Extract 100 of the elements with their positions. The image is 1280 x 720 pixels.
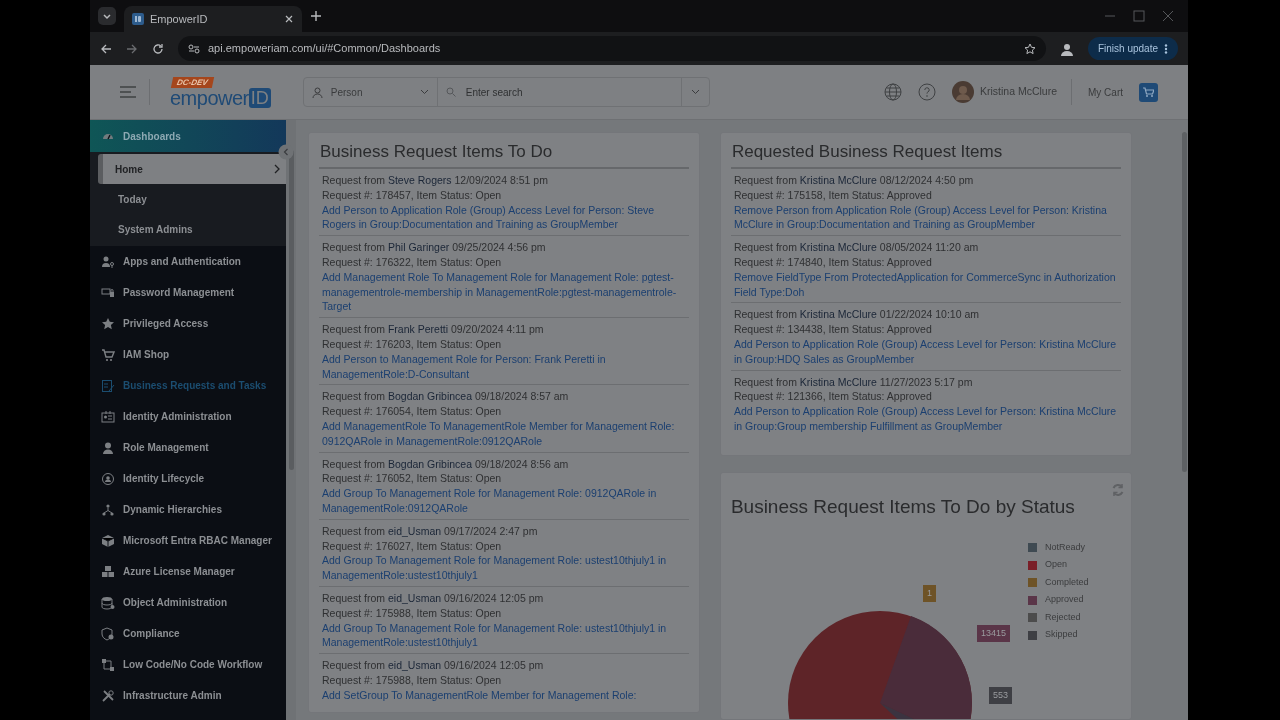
cart-link[interactable]: My Cart [1088, 84, 1123, 100]
sidebar-subitem[interactable]: Home [98, 154, 286, 184]
address-bar[interactable]: api.empoweriam.com/ui/#Common/Dashboards [178, 36, 1046, 61]
help-icon[interactable] [917, 83, 936, 101]
sidebar-item[interactable]: Object Administration [90, 587, 286, 618]
sidebar-item[interactable]: Azure License Manager [90, 556, 286, 587]
cart-icon [101, 347, 115, 362]
sidebar-item[interactable]: Low Code/No Code Workflow [90, 649, 286, 680]
legend-label: NotReady [1044, 540, 1085, 554]
legend-label: Approved [1044, 593, 1084, 607]
sidebar-item[interactable]: Infrastructure Admin [90, 680, 286, 711]
sidebar-item[interactable]: Dashboards [90, 120, 286, 152]
reload-icon[interactable] [152, 42, 164, 55]
legend-label: Rejected [1044, 610, 1081, 624]
forward-icon[interactable] [126, 42, 138, 55]
request-info: Request from Kristina McClure 01/22/2024 10:10 am [733, 307, 981, 323]
collapse-sidebar-icon[interactable] [278, 144, 294, 160]
request-info: Request from Phil Garinger 09/25/2024 4:56 pm [322, 240, 547, 255]
user-name[interactable]: Kristina McClure [979, 84, 1057, 100]
request-info: Request from eid_Usman 09/16/2024 12:05 pm [322, 658, 545, 673]
request-status: Request #: 176203, Item Status: Open [322, 336, 503, 352]
sidebar-item[interactable]: Privileged Access [90, 308, 286, 339]
back-icon[interactable] [100, 42, 112, 55]
star-icon [101, 316, 115, 331]
request-link[interactable]: Add Group To Management Role for Management Role: 0912QARole in ManagementRole:0912QARole [322, 486, 686, 516]
sidebar-item[interactable]: Identity Lifecycle [90, 463, 286, 494]
chevron-down-icon [419, 89, 429, 95]
logo[interactable]: DC-DEV empowerID [170, 76, 271, 108]
close-icon[interactable] [284, 14, 294, 24]
data-label: 553 [988, 686, 1012, 704]
chevron-down-icon [690, 89, 700, 95]
id-card-icon [101, 409, 115, 424]
cart-icon [1143, 87, 1154, 97]
sidebar-item[interactable]: Identity Administration [90, 401, 286, 432]
password-icon [101, 285, 115, 300]
browser-tab[interactable]: EmpowerID [124, 6, 302, 32]
star-icon[interactable] [1023, 42, 1036, 55]
request-status: Request #: 176027, Item Status: Open [322, 538, 503, 554]
sidebar-item[interactable]: Dynamic Hierarchies [90, 494, 286, 525]
shield-icon [101, 626, 115, 641]
sidebar-item[interactable]: Business Requests and Tasks [90, 370, 286, 401]
request-link[interactable]: Add Management Role To Management Role for Management Role: pgtest-managementrole-membership in ManagementRole:pgtest-managementrole-Target [322, 269, 686, 315]
refresh-icon[interactable] [1110, 482, 1125, 497]
request-status: Request #: 121366, Item Status: Approved [733, 389, 933, 405]
person-key-icon [101, 254, 115, 269]
sidebar-item[interactable]: Role Management [90, 432, 286, 463]
menu-icon[interactable] [119, 85, 137, 99]
more-icon [1164, 44, 1168, 55]
avatar-icon[interactable] [951, 81, 974, 103]
new-tab-icon[interactable] [310, 10, 322, 22]
request-link[interactable]: Add Person to Application Role (Group) Access Level for Person: Steve Rogers in Group:Documentation and Training as GroupMember [322, 202, 686, 233]
cubes-icon [101, 564, 115, 579]
search-field[interactable]: Enter search [463, 83, 673, 101]
request-link[interactable]: Remove Person from Application Role (Group) Access Level for Person: Kristina McClure in Group:Documentation and Training as GroupMember [733, 202, 1118, 233]
request-status: Request #: 174840, Item Status: Approved [733, 255, 933, 270]
data-label: 13415 [976, 624, 1010, 642]
request-info: Request from Bogdan Gribincea 09/18/2024 8:56 am [322, 456, 570, 472]
chart-title: Business Request Items To Do by Status [730, 494, 1076, 519]
request-status: Request #: 176052, Item Status: Open [322, 471, 503, 487]
request-status: Request #: 178457, Item Status: Open [322, 187, 503, 203]
request-info: Request from Bogdan Gribincea 09/18/2024 8:57 am [322, 389, 570, 405]
profile-icon[interactable] [1059, 41, 1074, 56]
tab-favicon-icon [132, 13, 144, 25]
sidebar-subitem[interactable]: System Admins [90, 214, 286, 244]
legend-label: Skipped [1044, 628, 1078, 642]
request-info: Request from eid_Usman 09/17/2024 2:47 pm [322, 523, 539, 539]
request-link[interactable]: Add SetGroup To ManagementRole Member for Management Role: [322, 687, 686, 703]
request-link[interactable]: Add Person to Application Role (Group) Access Level for Person: Kristina McClure in Group:HDQ Sales as GroupMember [733, 336, 1118, 367]
checklist-icon [101, 378, 115, 393]
legend-label: Completed [1044, 575, 1089, 589]
request-status: Request #: 175988, Item Status: Open [322, 605, 503, 621]
request-link[interactable]: Add Group To Management Role for Management Role: ustest10thjuly1 in ManagementRole:ustest10thjuly1 [322, 553, 686, 583]
sidebar-subitem[interactable]: Today [90, 184, 286, 214]
workflow-icon [101, 657, 115, 672]
globe-icon[interactable] [883, 83, 902, 101]
tab-list-icon[interactable] [98, 7, 116, 25]
sidebar-item[interactable]: Apps and Authentication [90, 246, 286, 277]
person-icon [311, 86, 323, 98]
cart-button[interactable] [1139, 82, 1158, 102]
request-link[interactable]: Add Person to Application Role (Group) Access Level for Person: Kristina McClure in Group:Group membership Fulfillment as GroupMember [733, 404, 1118, 434]
request-link[interactable]: Add ManagementRole To ManagementRole Member for Management Role: 0912QARole in ManagementRole:0912QARole [322, 418, 686, 449]
request-status: Request #: 175158, Item Status: Approved [733, 187, 933, 203]
legend-label: Open [1044, 558, 1067, 572]
sidebar-item[interactable]: Microsoft Entra RBAC Manager [90, 525, 286, 556]
chevron-right-icon [274, 164, 280, 174]
person-icon [101, 440, 115, 455]
sidebar-item[interactable]: Compliance [90, 618, 286, 649]
sidebar-item[interactable]: IAM Shop [90, 339, 286, 370]
card-title: Business Request Items To Do [319, 141, 689, 169]
database-icon [101, 595, 115, 610]
search-type-dropdown[interactable]: Person [303, 78, 438, 106]
search-bar[interactable]: Person Enter search [302, 77, 710, 107]
request-link[interactable]: Remove FieldType From ProtectedApplication for CommerceSync in Authorization Field Type:Doh [733, 269, 1118, 300]
request-link[interactable]: Add Person to Management Role for Person: Frank Peretti in ManagementRole:D-Consultant [322, 351, 686, 382]
request-info: Request from Kristina McClure 11/27/2023 5:17 pm [733, 374, 974, 390]
request-status: Request #: 134438, Item Status: Approved [733, 322, 933, 337]
hierarchy-icon [101, 502, 115, 517]
update-button[interactable]: Finish update [1087, 37, 1178, 60]
request-link[interactable]: Add Group To Management Role for Management Role: ustest10thjuly1 in ManagementRole:ustest10thjuly1 [322, 620, 686, 651]
sidebar-item[interactable]: Password Management [90, 277, 286, 308]
